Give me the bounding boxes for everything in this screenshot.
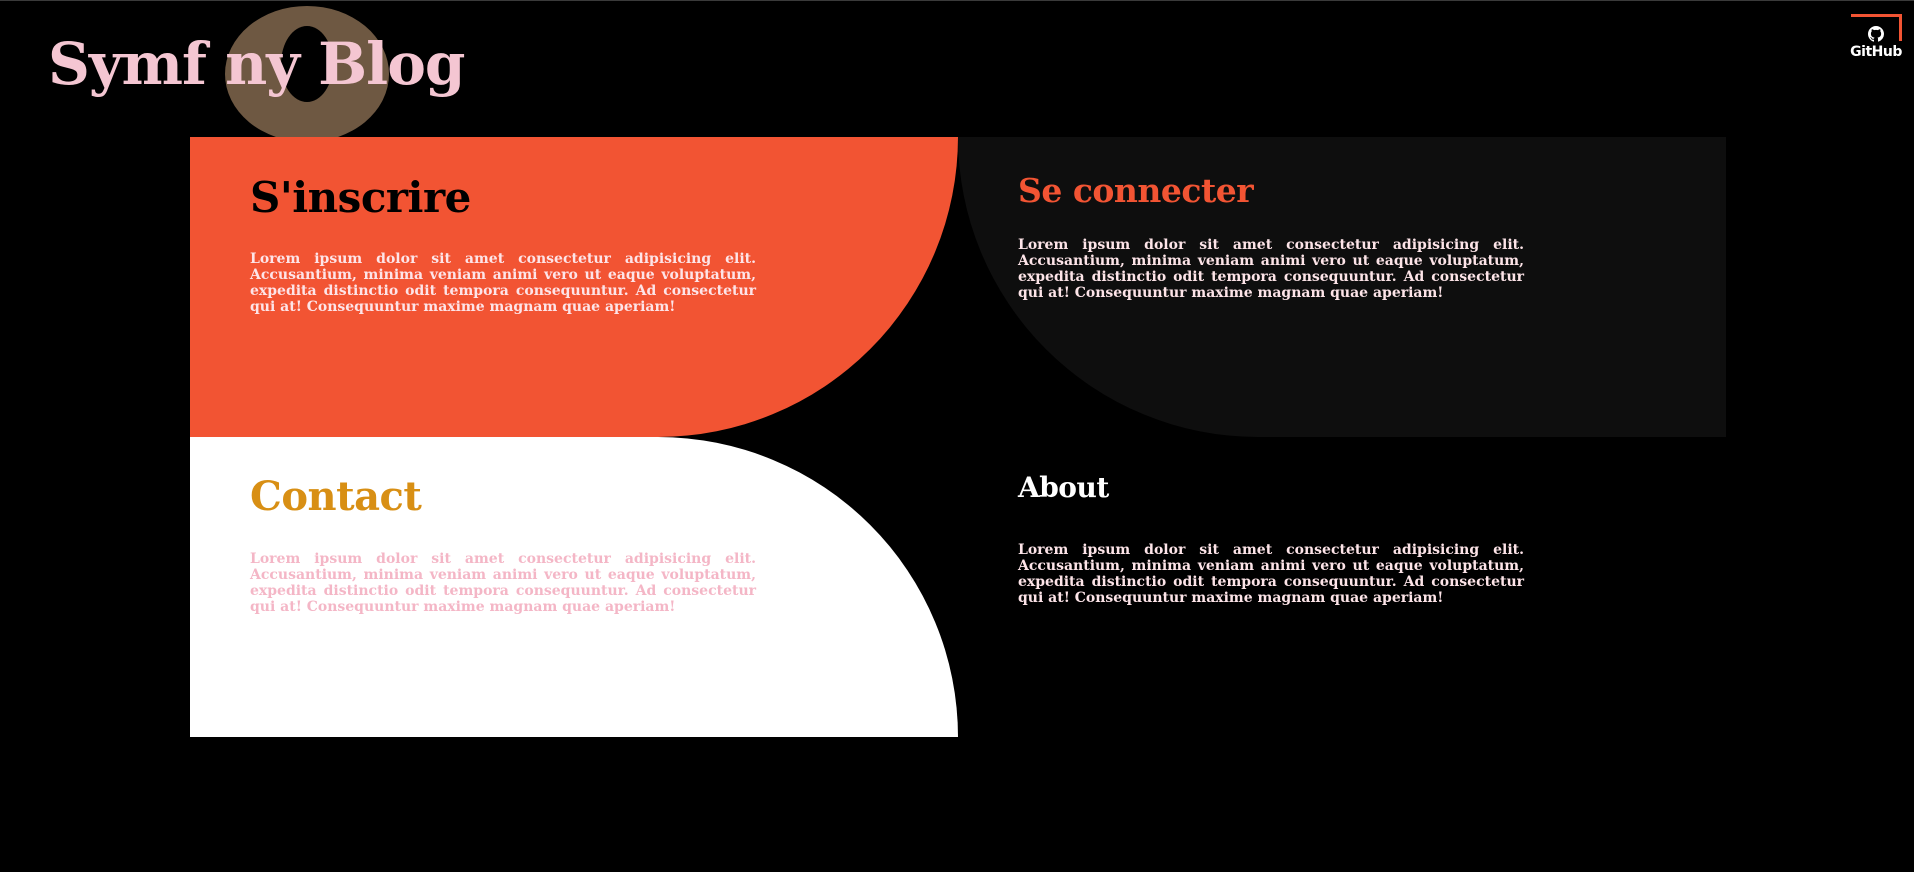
top-border (0, 0, 1914, 1)
github-link[interactable]: GitHub (1848, 14, 1904, 62)
register-panel[interactable]: S'inscrire Lorem ipsum dolor sit amet co… (190, 137, 958, 437)
contact-heading[interactable]: Contact (250, 473, 422, 520)
login-panel[interactable]: Se connecter Lorem ipsum dolor sit amet … (958, 137, 1726, 437)
site-title: Symf ny Blog (48, 30, 465, 98)
contact-panel[interactable]: Contact Lorem ipsum dolor sit amet conse… (190, 437, 958, 737)
about-heading[interactable]: About (1018, 471, 1109, 504)
card-grid: S'inscrire Lorem ipsum dolor sit amet co… (190, 137, 1726, 737)
blog-logo[interactable]: Symf ny Blog (48, 6, 528, 142)
about-description: Lorem ipsum dolor sit amet consectetur a… (1018, 542, 1524, 606)
about-panel[interactable]: About Lorem ipsum dolor sit amet consect… (958, 437, 1726, 737)
github-icon (1868, 26, 1884, 42)
github-label: GitHub (1850, 44, 1902, 60)
register-description: Lorem ipsum dolor sit amet consectetur a… (250, 251, 756, 315)
login-heading[interactable]: Se connecter (1018, 171, 1254, 210)
contact-description: Lorem ipsum dolor sit amet consectetur a… (250, 551, 756, 615)
register-heading[interactable]: S'inscrire (250, 173, 471, 222)
login-description: Lorem ipsum dolor sit amet consectetur a… (1018, 237, 1524, 301)
